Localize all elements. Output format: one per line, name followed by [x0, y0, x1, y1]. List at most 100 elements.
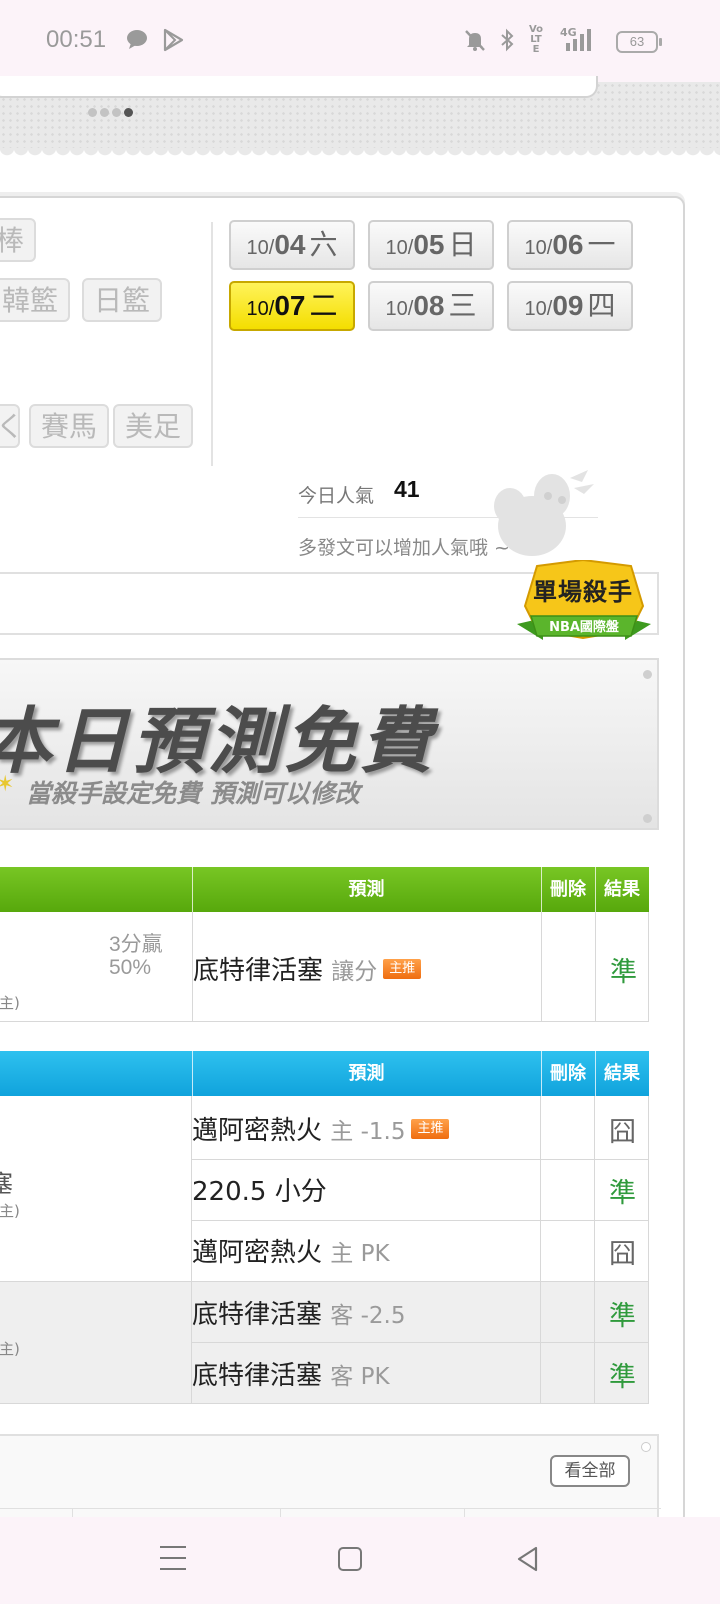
- battery-indicator: 63: [616, 31, 662, 53]
- prediction-text: 底特律活塞 讓分 主推: [193, 950, 422, 987]
- date-weekday: 一: [587, 228, 616, 261]
- chat-bubble-icon: [124, 24, 150, 56]
- volte-label: Vo LTE: [528, 24, 544, 55]
- sport-button-partial[interactable]: く: [0, 404, 24, 448]
- date-month: 10/: [385, 298, 414, 320]
- cell-divider: [540, 1096, 541, 1404]
- bluetooth-icon: [497, 24, 517, 56]
- recent-apps-icon[interactable]: [160, 1546, 186, 1570]
- date-day: 04: [274, 229, 306, 260]
- date-day: 08: [413, 290, 445, 321]
- prediction-text: 邁阿密熱火 主 PK: [192, 1232, 390, 1269]
- sport-button-korea-basketball[interactable]: 韓籃: [0, 278, 71, 322]
- panel-divider: [0, 1508, 661, 1509]
- banner-rivet: [643, 670, 652, 679]
- date-month: 10/: [524, 298, 553, 320]
- date-button-1005[interactable]: 10/05 日: [368, 220, 494, 270]
- result-mark: 囧: [609, 1239, 636, 1270]
- prediction-team: 220.5 小分: [192, 1177, 327, 1207]
- carousel-dot[interactable]: [88, 108, 97, 117]
- main-pick-tag: 主推: [383, 958, 422, 979]
- date-button-1006[interactable]: 10/06 一: [507, 220, 633, 270]
- carousel-dot[interactable]: [112, 108, 121, 117]
- date-button-1008[interactable]: 10/08 三: [368, 281, 494, 331]
- 4g-signal-icon: 4G: [558, 24, 596, 56]
- prediction-text: 邁阿密熱火 主 -1.5 主推: [192, 1110, 450, 1147]
- home-note: 主): [0, 1340, 20, 1358]
- row-divider: [191, 1159, 649, 1160]
- header-result: 結果: [604, 879, 640, 900]
- header-delete: 刪除: [550, 1063, 586, 1084]
- carousel-dot-active[interactable]: [124, 108, 133, 117]
- sport-button-japan-basketball[interactable]: 日籃: [82, 278, 163, 322]
- result-mark: 囧: [609, 1117, 636, 1148]
- prediction-detail: 客 PK: [330, 1364, 390, 1390]
- mute-bell-icon: [462, 24, 488, 56]
- table-1-header: 預測 刪除 結果: [0, 867, 649, 912]
- badge-subtitle: NBA國際盤: [549, 620, 619, 635]
- date-weekday: 四: [587, 289, 616, 322]
- banner-card: [0, 76, 598, 98]
- prediction-text: 底特律活塞 客 -2.5: [192, 1294, 405, 1331]
- prediction-team: 底特律活塞: [193, 956, 324, 986]
- prediction-detail: 客 -2.5: [330, 1303, 406, 1329]
- date-weekday: 六: [309, 228, 338, 261]
- prediction-text: 220.5 小分: [192, 1171, 327, 1208]
- row-divider: [191, 1342, 649, 1343]
- header-delete: 刪除: [550, 879, 586, 900]
- result-mark: 準: [610, 957, 637, 988]
- date-button-1009[interactable]: 10/09 四: [507, 281, 633, 331]
- header-predict: 預測: [348, 1063, 385, 1084]
- sport-button-horse-racing[interactable]: 賽馬: [29, 404, 110, 448]
- header-predict: 預測: [348, 879, 385, 900]
- prediction-detail: 讓分: [331, 959, 378, 985]
- result-mark: 準: [609, 1301, 636, 1332]
- date-weekday: 日: [448, 228, 477, 261]
- win-rate: 50%: [109, 956, 152, 979]
- table-2-header: 預測 刪除 結果: [0, 1051, 649, 1096]
- top-banner: [0, 76, 720, 156]
- play-store-icon: [160, 24, 186, 56]
- date-button-1004[interactable]: 10/04 六: [229, 220, 355, 270]
- row-divider: [191, 1220, 649, 1221]
- see-all-button[interactable]: 看全部: [550, 1455, 630, 1487]
- date-month: 10/: [246, 298, 275, 320]
- match-team-tail: 塞: [0, 1170, 13, 1198]
- result-mark: 準: [609, 1178, 636, 1209]
- date-month: 10/: [524, 237, 553, 259]
- cell-divider: [594, 1096, 595, 1404]
- promo-subtitle: 當殺手設定免費 預測可以修改: [26, 779, 360, 808]
- home-note: 主): [0, 1202, 20, 1220]
- wavy-divider: [0, 148, 720, 162]
- popularity-tip: 多發文可以增加人氣哦 ~: [298, 537, 510, 559]
- carousel-dot[interactable]: [100, 108, 109, 117]
- date-weekday: 二: [309, 289, 338, 322]
- prediction-table-2: 預測 刪除 結果 塞 主) 主) 邁阿密熱火 主 -1.5 主推 囧 220.5 …: [0, 1051, 659, 1411]
- prediction-table-1: 預測 刪除 結果 3分贏 50% 主) 底特律活塞 讓分 主推 準: [0, 867, 659, 1027]
- home-icon[interactable]: [338, 1547, 362, 1571]
- sport-button-baseball[interactable]: 棒: [0, 218, 37, 262]
- date-button-1007-active[interactable]: 10/07 二: [229, 281, 355, 331]
- header-result: 結果: [604, 1063, 640, 1084]
- volte-icon: Vo LTE: [526, 24, 546, 56]
- carousel-dots[interactable]: [88, 108, 133, 117]
- date-month: 10/: [246, 237, 275, 259]
- cell-divider: [595, 912, 596, 1021]
- promo-title: 本日預測免費: [0, 699, 437, 783]
- panel-rivet: [641, 1442, 651, 1452]
- prediction-detail: 主 -1.5: [330, 1119, 406, 1145]
- back-icon[interactable]: [514, 1545, 542, 1573]
- date-weekday: 三: [448, 289, 477, 322]
- status-time: 00:51: [46, 26, 107, 53]
- row-divider: [0, 1281, 649, 1282]
- result-mark: 準: [609, 1362, 636, 1393]
- star-icon: ✶: [0, 772, 14, 797]
- sport-button-american-football[interactable]: 美足: [113, 404, 194, 448]
- score-line: 3分贏: [109, 933, 163, 956]
- banner-rivet: [643, 814, 652, 823]
- date-day: 09: [552, 290, 584, 321]
- main-pick-tag: 主推: [411, 1118, 450, 1139]
- prediction-text: 底特律活塞 客 PK: [192, 1355, 390, 1392]
- network-type: 4G: [560, 26, 577, 39]
- prediction-team: 底特律活塞: [192, 1361, 323, 1391]
